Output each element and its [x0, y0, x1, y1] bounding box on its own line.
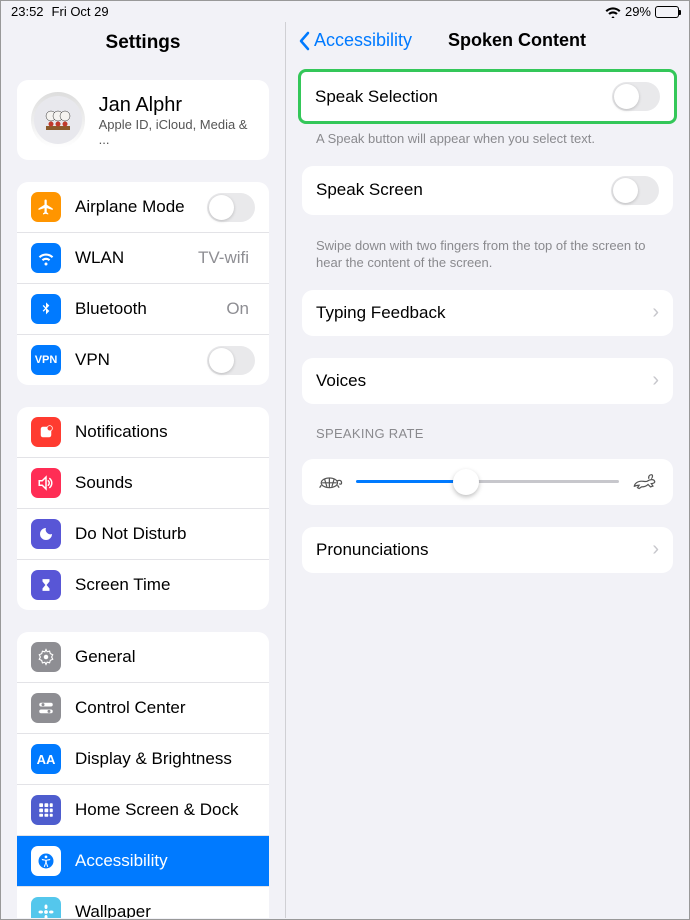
sidebar-item-dnd[interactable]: Do Not Disturb [17, 509, 269, 560]
avatar [31, 92, 85, 148]
typing-feedback-row[interactable]: Typing Feedback › [302, 290, 673, 336]
wlan-value: TV-wifi [198, 248, 249, 268]
bluetooth-icon [31, 294, 61, 324]
highlight-box: Speak Selection [298, 69, 677, 124]
accessibility-icon [31, 846, 61, 876]
airplane-icon [31, 192, 61, 222]
battery-percent: 29% [625, 4, 651, 19]
chevron-right-icon: › [652, 301, 659, 324]
sidebar-item-sounds[interactable]: Sounds [17, 458, 269, 509]
speak-selection-footer: A Speak button will appear when you sele… [286, 130, 689, 154]
speak-screen-footer: Swipe down with two fingers from the top… [286, 237, 689, 278]
bell-icon [31, 417, 61, 447]
wifi-icon [605, 6, 621, 18]
hourglass-icon [31, 570, 61, 600]
date: Fri Oct 29 [52, 4, 109, 19]
airplane-toggle[interactable] [207, 193, 255, 222]
sidebar-item-display[interactable]: AA Display & Brightness [17, 734, 269, 785]
hare-icon [631, 473, 657, 491]
sidebar-item-homescreen[interactable]: Home Screen & Dock [17, 785, 269, 836]
vpn-icon: VPN [31, 345, 61, 375]
vpn-toggle[interactable] [207, 346, 255, 375]
moon-icon [31, 519, 61, 549]
speaking-rate-slider-row [302, 459, 673, 505]
pronunciations-row[interactable]: Pronunciations › [302, 527, 673, 573]
gear-icon [31, 642, 61, 672]
chevron-left-icon [298, 31, 312, 51]
chevron-right-icon: › [652, 538, 659, 561]
speaking-rate-header: SPEAKING RATE [286, 426, 689, 447]
battery-icon [655, 6, 679, 18]
sidebar-title: Settings [1, 22, 285, 68]
tortoise-icon [318, 473, 344, 491]
speaker-icon [31, 468, 61, 498]
profile-name: Jan Alphr [99, 94, 255, 117]
sidebar-item-screentime[interactable]: Screen Time [17, 560, 269, 610]
sidebar-item-bluetooth[interactable]: Bluetooth On [17, 284, 269, 335]
sidebar-item-notifications[interactable]: Notifications [17, 407, 269, 458]
chevron-right-icon: › [652, 369, 659, 392]
page-title: Spoken Content [448, 30, 586, 51]
flower-icon [31, 897, 61, 918]
text-size-icon: AA [31, 744, 61, 774]
speak-selection-toggle[interactable] [612, 82, 660, 111]
sidebar-item-accessibility[interactable]: Accessibility [17, 836, 269, 887]
profile-sub: Apple ID, iCloud, Media & ... [99, 117, 255, 147]
speaking-rate-slider[interactable] [356, 480, 619, 483]
status-bar: 23:52 Fri Oct 29 29% [1, 1, 689, 22]
settings-sidebar: Settings Jan Alphr Apple ID, iCloud, Med… [1, 22, 286, 918]
clock: 23:52 [11, 4, 44, 19]
back-button[interactable]: Accessibility [298, 30, 412, 51]
slider-thumb[interactable] [453, 469, 479, 495]
content-pane: Accessibility Spoken Content Speak Selec… [286, 22, 689, 918]
grid-icon [31, 795, 61, 825]
speak-screen-row[interactable]: Speak Screen [302, 166, 673, 215]
wifi-icon [31, 243, 61, 273]
voices-row[interactable]: Voices › [302, 358, 673, 404]
toggles-icon [31, 693, 61, 723]
speak-screen-toggle[interactable] [611, 176, 659, 205]
sidebar-item-wlan[interactable]: WLAN TV-wifi [17, 233, 269, 284]
apple-id-row[interactable]: Jan Alphr Apple ID, iCloud, Media & ... [17, 80, 269, 160]
sidebar-item-wallpaper[interactable]: Wallpaper [17, 887, 269, 918]
sidebar-item-airplane[interactable]: Airplane Mode [17, 182, 269, 233]
sidebar-item-controlcenter[interactable]: Control Center [17, 683, 269, 734]
bluetooth-value: On [226, 299, 249, 319]
speak-selection-row[interactable]: Speak Selection [301, 72, 674, 121]
sidebar-item-vpn[interactable]: VPN VPN [17, 335, 269, 385]
sidebar-item-general[interactable]: General [17, 632, 269, 683]
